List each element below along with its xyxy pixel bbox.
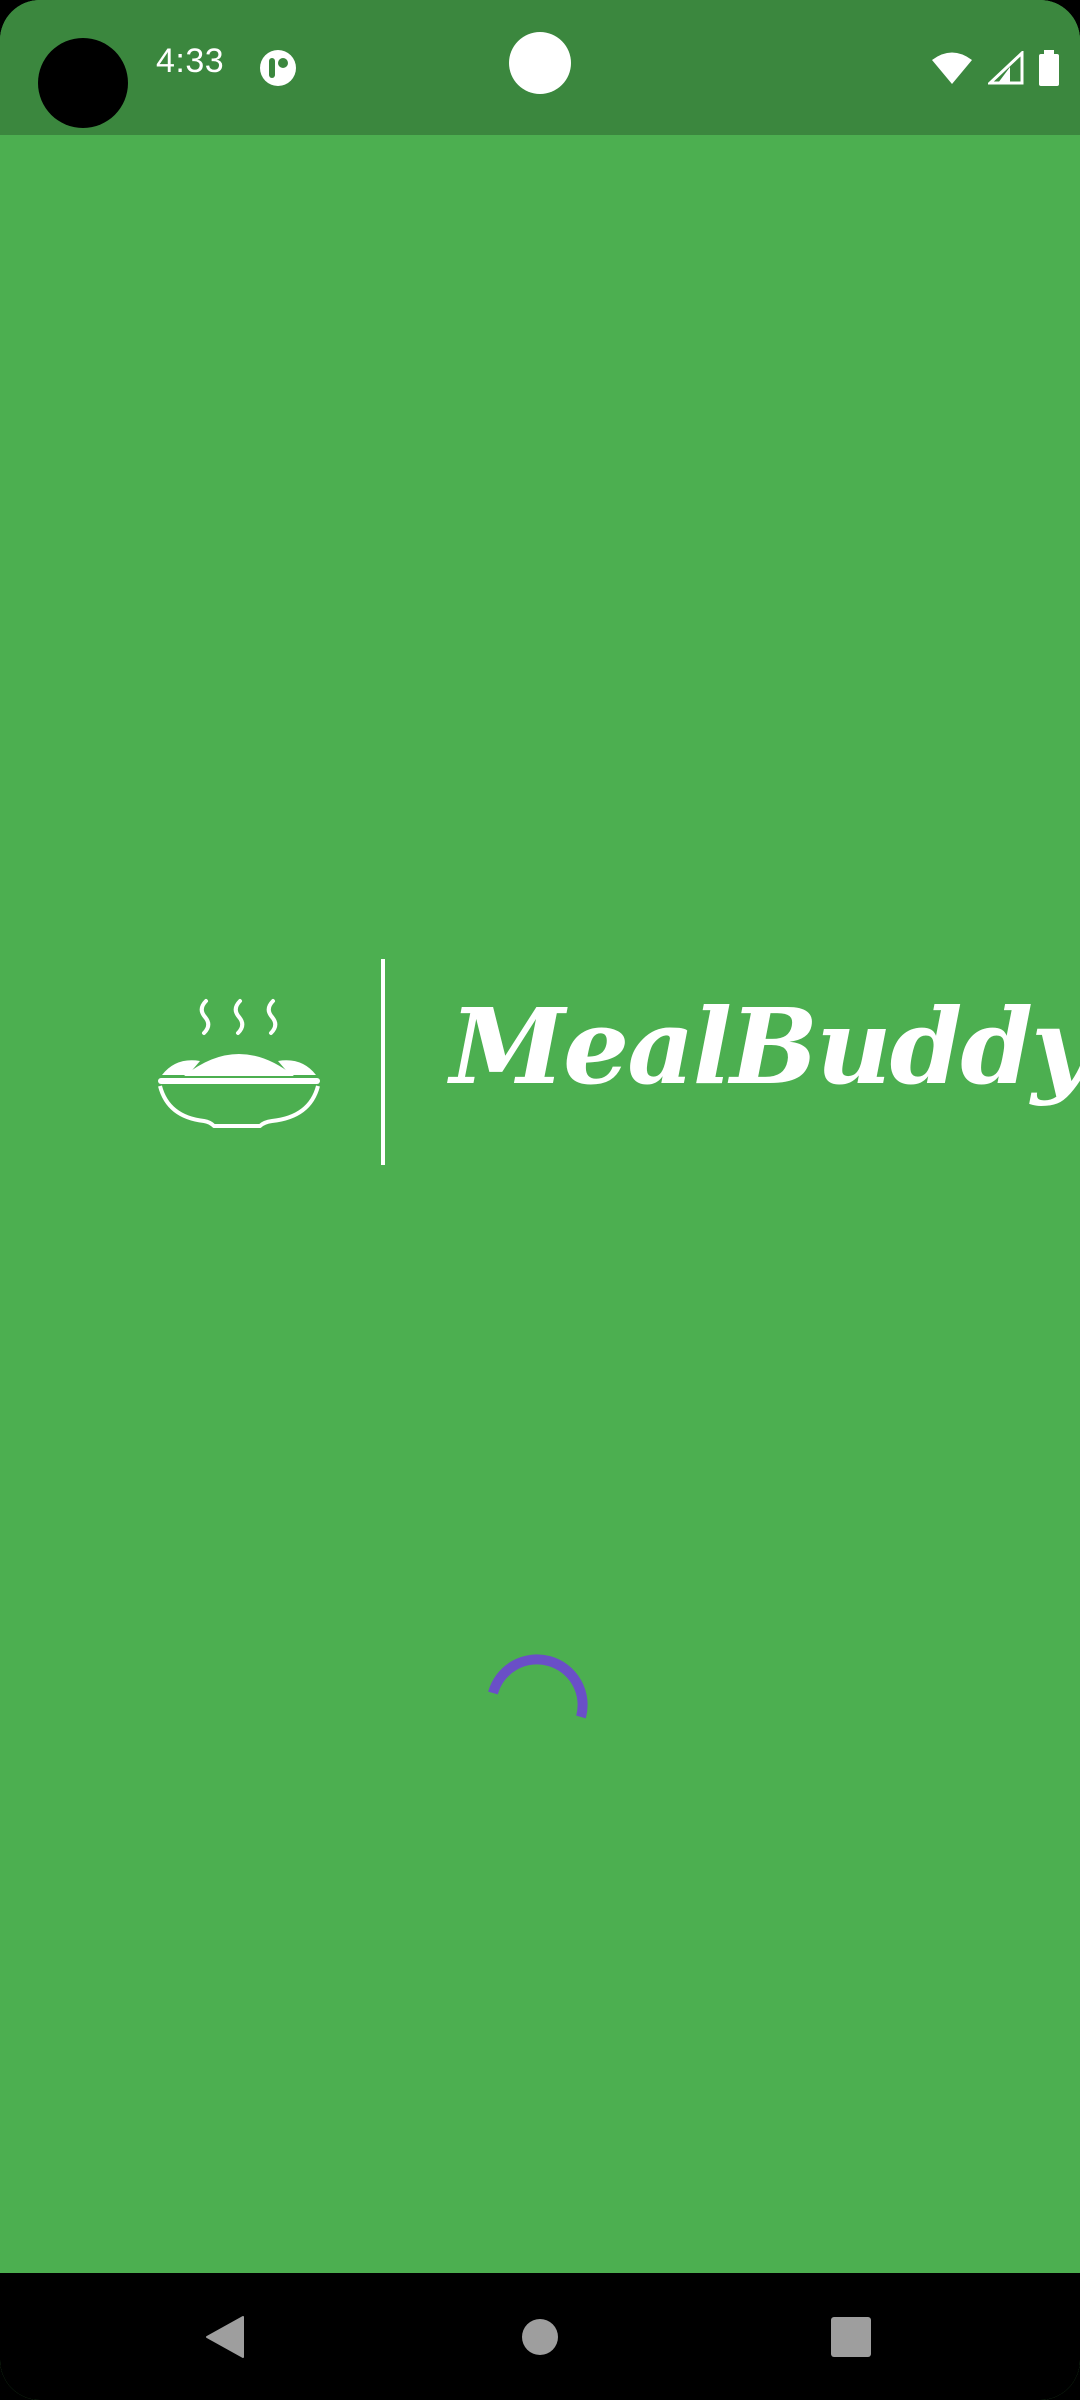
back-icon	[206, 2315, 244, 2358]
wifi-icon	[932, 52, 972, 84]
logo-divider	[381, 959, 385, 1165]
status-time: 4:33	[156, 42, 225, 80]
splash-screen: 4:33 MealBuddy	[0, 0, 1080, 2400]
loading-spinner	[488, 1654, 588, 1719]
camera-cutout	[38, 38, 128, 128]
app-notification-icon	[260, 50, 296, 86]
recents-button[interactable]	[791, 2273, 911, 2400]
app-logo: MealBuddy	[154, 955, 1080, 1170]
home-button[interactable]	[480, 2273, 600, 2400]
status-center-dot	[509, 32, 571, 94]
home-icon	[522, 2318, 558, 2355]
back-button[interactable]	[165, 2273, 285, 2400]
recents-icon	[831, 2316, 871, 2357]
signal-icon	[988, 51, 1024, 85]
battery-icon	[1039, 50, 1059, 86]
navigation-bar	[0, 2273, 1080, 2400]
status-bar: 4:33	[0, 0, 1080, 135]
status-icons	[930, 50, 1060, 86]
app-name: MealBuddy	[450, 985, 1080, 1108]
steaming-bowl-icon	[158, 999, 320, 1128]
